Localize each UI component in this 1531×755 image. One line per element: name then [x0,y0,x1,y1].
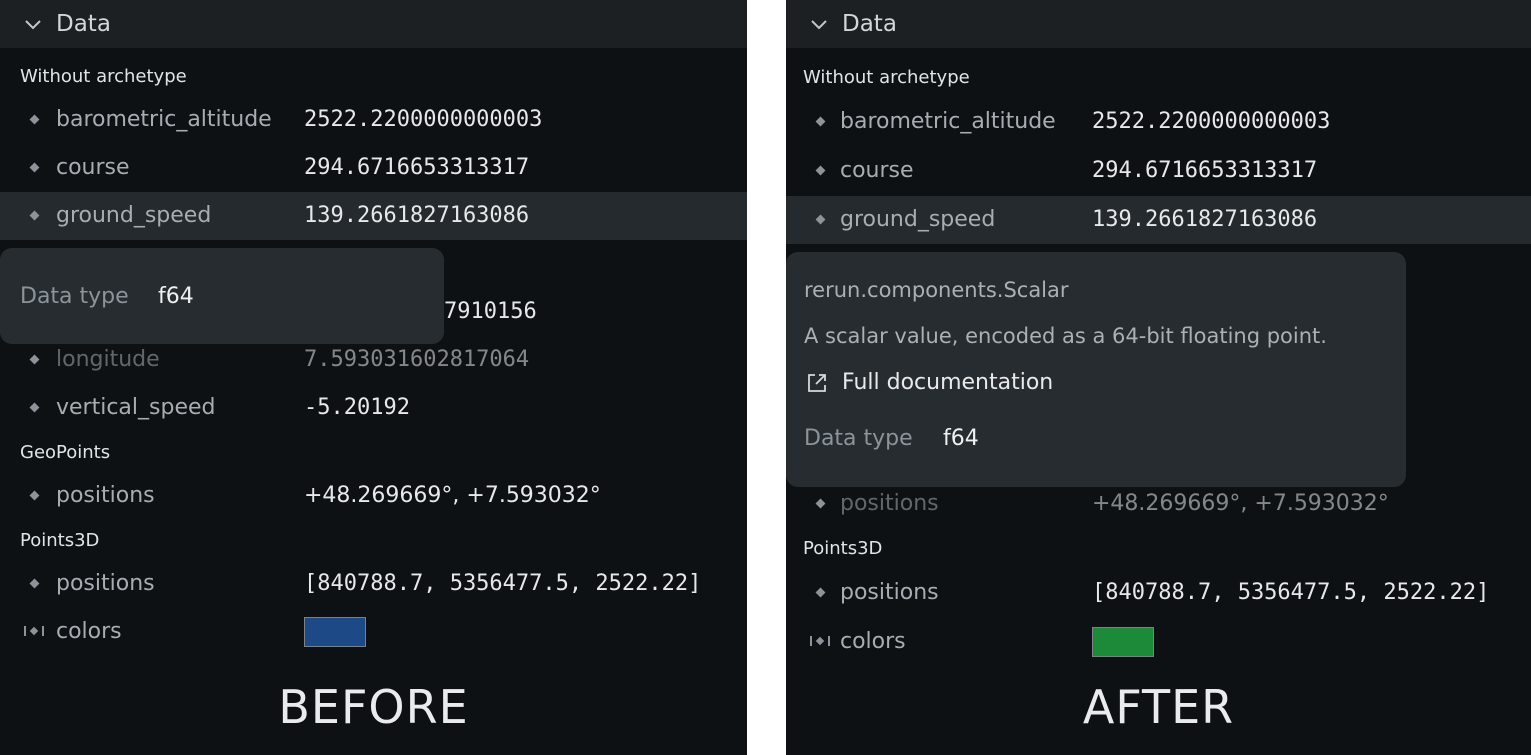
component-name: barometric_altitude [840,109,1056,134]
list-item[interactable]: barometric_altitude 2522.2200000000003 [786,98,1531,146]
component-value: 139.2661827163086 [304,203,530,228]
component-value: [840788.7, 5356477.5, 2522.22] [304,571,702,596]
list-item[interactable]: vertical_speed -5.20192 [0,384,747,432]
group-label-without-archetype: Without archetype [803,67,970,88]
diamond-bullet-icon [815,498,826,509]
component-value: 7910156 [444,299,537,324]
diamond-bullet-icon [29,354,40,365]
diamond-bullet-icon [29,210,40,221]
data-type-label: Data type [20,284,129,309]
component-name: barometric_altitude [56,107,272,132]
list-item-hovered[interactable]: ground_speed 139.2661827163086 [0,192,747,240]
component-name: course [840,158,914,183]
data-section-header[interactable]: Data [0,0,747,48]
group-label-points3d: Points3D [20,530,100,551]
color-swatch [1092,627,1154,657]
tooltip: rerun.components.Scalar A scalar value, … [786,252,1406,487]
list-item[interactable]: colors [786,618,1531,666]
component-value: -5.20192 [304,395,410,420]
diamond-bullet-icon [815,116,826,127]
group-label-points3d: Points3D [803,538,883,559]
data-type-value: f64 [158,284,194,309]
after-panel: Data Without archetype barometric_altitu… [786,0,1531,755]
group-label-without-archetype: Without archetype [20,66,187,87]
before-panel: Data Without archetype barometric_altitu… [0,0,747,755]
color-swatch [304,617,366,647]
diamond-bullet-icon [29,162,40,173]
section-title: Data [56,11,111,37]
component-name: ground_speed [840,207,996,232]
component-name: positions [56,483,155,508]
external-link-icon [808,373,826,392]
section-title: Data [842,11,897,37]
list-item[interactable]: positions [840788.7, 5356477.5, 2522.22] [786,569,1531,617]
component-value: +48.269669°, +7.593032° [1092,491,1389,516]
list-item-hovered[interactable]: ground_speed 139.2661827163086 [786,196,1531,244]
group-label-geopoints: GeoPoints [20,442,111,463]
component-value: 7.593031602817064 [304,347,530,372]
link-label: Full documentation [842,370,1054,395]
component-value: 139.2661827163086 [1092,207,1318,232]
list-item[interactable]: colors [0,608,747,656]
component-name: positions [56,571,155,596]
chevron-down-icon[interactable] [22,13,44,35]
diamond-bullet-icon [815,165,826,176]
component-type-name: rerun.components.Scalar [804,278,1069,302]
component-value: 2522.2200000000003 [1092,109,1331,134]
list-item[interactable]: positions +48.269669°, +7.593032° [0,472,747,520]
data-section-header[interactable]: Data [786,0,1531,48]
component-value: [840788.7, 5356477.5, 2522.22] [1092,580,1490,605]
component-name: ground_speed [56,203,212,228]
diamond-bullet-icon [815,214,826,225]
component-description: A scalar value, encoded as a 64-bit floa… [804,324,1327,348]
list-item[interactable]: positions +48.269669°, +7.593032° [786,480,1531,528]
list-item[interactable]: barometric_altitude 2522.2200000000003 [0,96,747,144]
component-value: 294.6716653313317 [304,155,530,180]
component-name: positions [840,491,939,516]
component-name: longitude [56,347,160,372]
caption-after: AFTER [1082,680,1235,734]
caption-before: BEFORE [278,680,469,734]
component-name: colors [840,629,906,654]
batch-indicator-icon [810,636,830,646]
component-value: +48.269669°, +7.593032° [304,483,601,508]
data-type-label: Data type [804,426,913,451]
component-name: vertical_speed [56,395,216,420]
component-value: 294.6716653313317 [1092,158,1318,183]
diamond-bullet-icon [815,587,826,598]
data-type-value: f64 [943,426,979,451]
component-name: colors [56,619,122,644]
diamond-bullet-icon [29,114,40,125]
list-item[interactable]: course 294.6716653313317 [786,147,1531,195]
chevron-down-icon[interactable] [808,13,830,35]
list-item[interactable]: positions [840788.7, 5356477.5, 2522.22] [0,560,747,608]
tooltip: Data type f64 [0,248,444,344]
list-item[interactable]: course 294.6716653313317 [0,144,747,192]
component-value: 2522.2200000000003 [304,107,543,132]
diamond-bullet-icon [29,402,40,413]
full-documentation-link[interactable]: Full documentation [806,370,1053,395]
batch-indicator-icon [24,626,44,636]
diamond-bullet-icon [29,578,40,589]
component-name: course [56,155,130,180]
component-name: positions [840,580,939,605]
diamond-bullet-icon [29,490,40,501]
